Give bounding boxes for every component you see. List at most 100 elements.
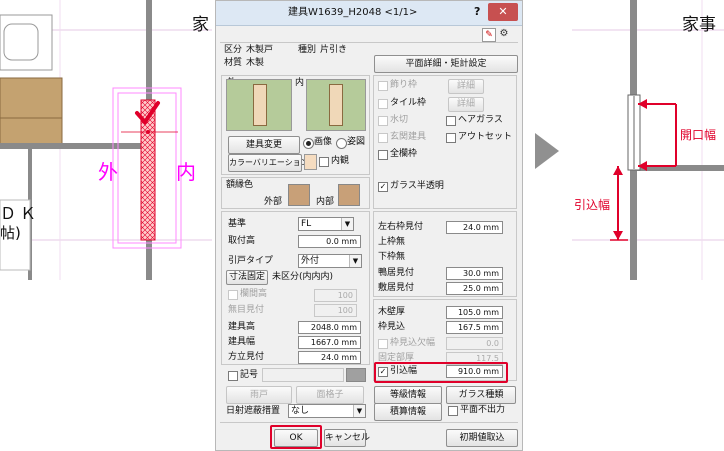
transom-checkbox[interactable] xyxy=(228,290,238,300)
detail-button-1[interactable]: 詳細 xyxy=(448,79,484,94)
interior-view-label: 内観 xyxy=(331,156,350,166)
symbol-label: 記号 xyxy=(240,370,259,380)
kubun-value: 木製戸 xyxy=(246,45,274,55)
lintel-field[interactable]: 30.0 mm xyxy=(446,267,503,280)
interior-color-swatch[interactable] xyxy=(338,184,360,206)
frame-depth-field[interactable]: 167.5 mm xyxy=(446,321,503,334)
tile-frame-checkbox[interactable] xyxy=(378,99,388,109)
outset-checkbox[interactable] xyxy=(446,133,456,143)
drip-label: 水切 xyxy=(390,115,409,125)
zaishitsu-value: 木製 xyxy=(246,58,265,68)
shubetsu-label: 種別 xyxy=(298,45,317,55)
bottom-frame-none-label: 下枠無 xyxy=(378,252,406,262)
help-button[interactable]: ? xyxy=(474,6,480,17)
separator xyxy=(220,42,518,43)
room-label-jo: 帖) xyxy=(0,224,21,242)
exterior-label: 外 xyxy=(98,160,118,184)
screenshot-root: 家 外 内 ＤＫ 帖) 建具W1639_H2048 <1/1> ? ✕ ✎ ⚙ … xyxy=(0,0,724,451)
change-door-button[interactable]: 建具変更 xyxy=(228,136,300,154)
drip-checkbox[interactable] xyxy=(378,116,388,126)
sun-shade-value: なし xyxy=(291,406,310,416)
door-height-field[interactable]: 2048.0 mm xyxy=(298,321,361,334)
lintel-label: 鴨居見付 xyxy=(378,268,415,278)
close-button[interactable]: ✕ xyxy=(488,3,518,21)
frame-depth-cut-checkbox[interactable] xyxy=(378,339,388,349)
entrance-door-checkbox[interactable] xyxy=(378,133,388,143)
frame-depth-cut-label: 枠見込欠幅 xyxy=(390,338,436,348)
no-plan-output-label: 平面不出力 xyxy=(460,405,506,415)
chevron-down-icon: ▼ xyxy=(349,255,361,267)
symbol-field[interactable] xyxy=(262,368,344,382)
hair-glass-checkbox[interactable] xyxy=(446,116,456,126)
pencil-icon[interactable]: ✎ xyxy=(482,28,496,42)
sliding-type-select[interactable]: 外付 ▼ xyxy=(298,254,362,268)
chevron-down-icon: ▼ xyxy=(353,405,365,417)
mullion-label: 無目見付 xyxy=(228,305,265,315)
radio-elevation[interactable] xyxy=(336,138,347,149)
radio-image-label: 画像 xyxy=(314,137,333,147)
no-plan-output-checkbox[interactable] xyxy=(448,406,458,416)
decorative-frame-label: 飾り枠 xyxy=(390,80,418,90)
shubetsu-value: 片引き xyxy=(320,45,348,55)
fix-dimension-button[interactable]: 寸法固定 xyxy=(226,270,268,285)
load-defaults-button[interactable]: 初期値取込 xyxy=(446,429,518,447)
transom-field[interactable]: 100 xyxy=(314,289,357,302)
door-width-field[interactable]: 1667.0 mm xyxy=(298,336,361,349)
sun-shade-select[interactable]: なし ▼ xyxy=(288,404,366,418)
dialog-title: 建具W1639_H2048 <1/1> xyxy=(288,7,418,18)
dialog-titlebar[interactable]: 建具W1639_H2048 <1/1> ? ✕ xyxy=(216,1,522,26)
storm-shutter-button[interactable]: 雨戸 xyxy=(226,386,292,404)
cancel-button[interactable]: キャンセル xyxy=(324,429,370,447)
left-floor-plan: 家 外 内 ＤＫ 帖) xyxy=(0,0,212,280)
interior-view-checkbox[interactable] xyxy=(319,157,329,167)
mullion-width-field[interactable]: 24.0 mm xyxy=(298,351,361,364)
mount-height-field[interactable]: 0.0 mm xyxy=(298,235,361,248)
kubun-label: 区分 xyxy=(224,45,243,55)
estimate-info-button[interactable]: 積算情報 xyxy=(374,403,442,421)
left-plan-drawing xyxy=(0,0,212,280)
hair-glass-label: ヘアガラス xyxy=(458,115,503,125)
wall-thickness-label: 木壁厚 xyxy=(378,307,406,317)
frame-depth-label: 枠見込 xyxy=(378,322,406,332)
floor-detail-settings-button[interactable]: 平面詳細・矩計設定 xyxy=(374,55,518,73)
outside-door-image xyxy=(226,79,292,131)
sill-field[interactable]: 25.0 mm xyxy=(446,282,503,295)
door-height-label: 建具高 xyxy=(228,322,256,332)
mullion-field[interactable]: 100 xyxy=(314,304,357,317)
symbol-color-button[interactable] xyxy=(346,368,366,382)
grade-info-button[interactable]: 等級情報 xyxy=(374,386,442,404)
color-swatch[interactable] xyxy=(304,154,317,170)
frame-depth-cut-field[interactable]: 0.0 xyxy=(446,337,503,350)
radio-image[interactable] xyxy=(303,138,314,149)
frame-color-label: 額縁色 xyxy=(226,180,254,190)
exterior-color-swatch[interactable] xyxy=(288,184,310,206)
glass-type-button[interactable]: ガラス種類 xyxy=(446,386,516,404)
reference-select[interactable]: FL ▼ xyxy=(298,217,354,231)
all-frame-label: 全欄枠 xyxy=(390,149,418,159)
symbol-checkbox[interactable] xyxy=(228,371,238,381)
mount-height-label: 取付高 xyxy=(228,236,256,246)
reference-label: 基準 xyxy=(228,219,247,229)
settings-icon[interactable]: ⚙ xyxy=(497,28,511,40)
close-icon: ✕ xyxy=(498,5,508,18)
dimension-value: 未区分(内内内) xyxy=(272,272,334,282)
sliding-type-label: 引戸タイプ xyxy=(228,256,274,266)
sliding-type-value: 外付 xyxy=(301,256,320,266)
reference-value: FL xyxy=(301,219,312,229)
mullion-width-label: 方立見付 xyxy=(228,352,265,362)
chevron-down-icon: ▼ xyxy=(341,218,353,230)
color-variation-button[interactable]: カラーバリエーション xyxy=(228,154,309,172)
sill-label: 敷居見付 xyxy=(378,283,415,293)
arrow-right-icon xyxy=(535,133,559,169)
transom-label: 欄間高 xyxy=(240,289,268,299)
top-frame-none-label: 上枠無 xyxy=(378,237,406,247)
glass-semitransparent-checkbox[interactable]: ✓ xyxy=(378,182,388,192)
lattice-button[interactable]: 面格子 xyxy=(296,386,364,404)
side-frame-field[interactable]: 24.0 mm xyxy=(446,221,503,234)
decorative-frame-checkbox[interactable] xyxy=(378,81,388,91)
outset-label: アウトセット xyxy=(458,132,513,142)
wall-thickness-field[interactable]: 105.0 mm xyxy=(446,306,503,319)
all-frame-checkbox[interactable] xyxy=(378,150,388,160)
door-width-label: 建具幅 xyxy=(228,337,256,347)
detail-button-2[interactable]: 詳細 xyxy=(448,97,484,112)
